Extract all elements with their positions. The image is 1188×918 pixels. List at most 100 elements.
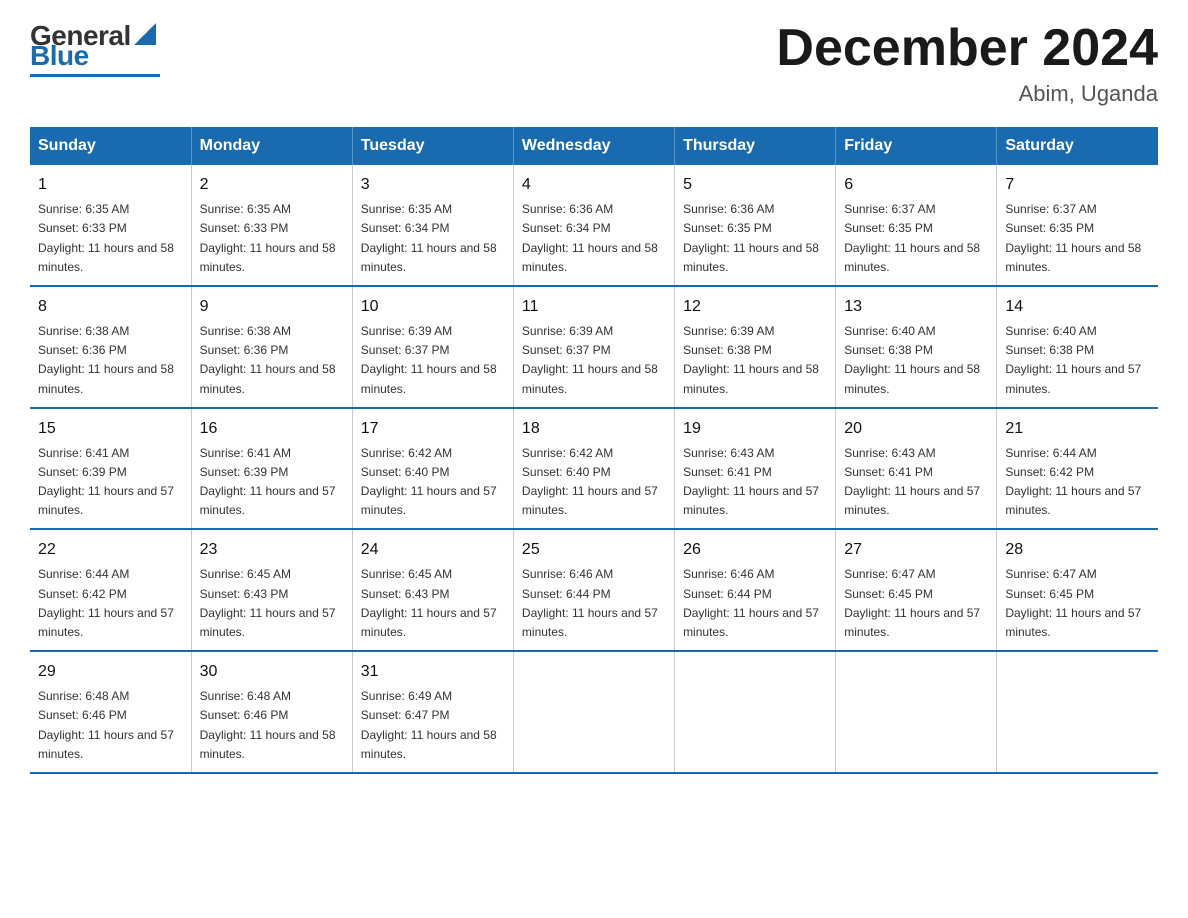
calendar-cell: 2 Sunrise: 6:35 AMSunset: 6:33 PMDaylight…	[191, 165, 352, 286]
calendar-week-row: 15 Sunrise: 6:41 AMSunset: 6:39 PMDayligh…	[30, 408, 1158, 530]
day-number: 17	[361, 417, 505, 441]
day-info: Sunrise: 6:47 AMSunset: 6:45 PMDaylight:…	[1005, 565, 1150, 642]
calendar-cell: 28 Sunrise: 6:47 AMSunset: 6:45 PMDayligh…	[997, 529, 1158, 651]
calendar-cell: 19 Sunrise: 6:43 AMSunset: 6:41 PMDayligh…	[675, 408, 836, 530]
day-number: 29	[38, 660, 183, 684]
day-number: 3	[361, 173, 505, 197]
day-info: Sunrise: 6:43 AMSunset: 6:41 PMDaylight:…	[844, 444, 988, 521]
day-info: Sunrise: 6:37 AMSunset: 6:35 PMDaylight:…	[1005, 200, 1150, 277]
calendar-table: SundayMondayTuesdayWednesdayThursdayFrid…	[30, 127, 1158, 774]
location-label: Abim, Uganda	[776, 81, 1158, 107]
day-number: 28	[1005, 538, 1150, 562]
logo-triangle-icon	[134, 23, 156, 45]
calendar-cell: 13 Sunrise: 6:40 AMSunset: 6:38 PMDayligh…	[836, 286, 997, 408]
calendar-cell: 30Sunrise: 6:48 AMSunset: 6:46 PMDayligh…	[191, 651, 352, 773]
calendar-cell: 24 Sunrise: 6:45 AMSunset: 6:43 PMDayligh…	[352, 529, 513, 651]
day-number: 21	[1005, 417, 1150, 441]
day-info: Sunrise: 6:46 AMSunset: 6:44 PMDaylight:…	[683, 565, 827, 642]
day-number: 16	[200, 417, 344, 441]
day-number: 31	[361, 660, 505, 684]
calendar-cell: 22Sunrise: 6:44 AMSunset: 6:42 PMDayligh…	[30, 529, 191, 651]
day-number: 25	[522, 538, 666, 562]
calendar-cell	[513, 651, 674, 773]
col-header-thursday: Thursday	[675, 127, 836, 165]
day-number: 30	[200, 660, 344, 684]
day-info: Sunrise: 6:38 AMSunset: 6:36 PMDaylight:…	[38, 322, 183, 399]
calendar-cell: 15 Sunrise: 6:41 AMSunset: 6:39 PMDayligh…	[30, 408, 191, 530]
day-number: 22	[38, 538, 183, 562]
day-number: 23	[200, 538, 344, 562]
calendar-cell: 6 Sunrise: 6:37 AMSunset: 6:35 PMDaylight…	[836, 165, 997, 286]
title-block: December 2024 Abim, Uganda	[776, 20, 1158, 107]
calendar-cell: 26Sunrise: 6:46 AMSunset: 6:44 PMDayligh…	[675, 529, 836, 651]
calendar-cell: 10 Sunrise: 6:39 AMSunset: 6:37 PMDayligh…	[352, 286, 513, 408]
day-info: Sunrise: 6:39 AMSunset: 6:37 PMDaylight:…	[522, 322, 666, 399]
col-header-monday: Monday	[191, 127, 352, 165]
col-header-friday: Friday	[836, 127, 997, 165]
logo: General Blue	[30, 20, 160, 77]
day-info: Sunrise: 6:48 AMSunset: 6:46 PMDaylight:…	[38, 687, 183, 764]
day-number: 1	[38, 173, 183, 197]
logo-underline	[30, 74, 160, 77]
calendar-cell: 12Sunrise: 6:39 AMSunset: 6:38 PMDayligh…	[675, 286, 836, 408]
day-info: Sunrise: 6:46 AMSunset: 6:44 PMDaylight:…	[522, 565, 666, 642]
day-info: Sunrise: 6:35 AMSunset: 6:33 PMDaylight:…	[200, 200, 344, 277]
calendar-cell: 31Sunrise: 6:49 AMSunset: 6:47 PMDayligh…	[352, 651, 513, 773]
day-number: 8	[38, 295, 183, 319]
day-number: 13	[844, 295, 988, 319]
day-number: 5	[683, 173, 827, 197]
day-info: Sunrise: 6:47 AMSunset: 6:45 PMDaylight:…	[844, 565, 988, 642]
day-info: Sunrise: 6:36 AMSunset: 6:34 PMDaylight:…	[522, 200, 666, 277]
day-info: Sunrise: 6:38 AMSunset: 6:36 PMDaylight:…	[200, 322, 344, 399]
day-number: 6	[844, 173, 988, 197]
day-info: Sunrise: 6:42 AMSunset: 6:40 PMDaylight:…	[522, 444, 666, 521]
col-header-saturday: Saturday	[997, 127, 1158, 165]
calendar-header-row: SundayMondayTuesdayWednesdayThursdayFrid…	[30, 127, 1158, 165]
day-info: Sunrise: 6:41 AMSunset: 6:39 PMDaylight:…	[200, 444, 344, 521]
day-number: 14	[1005, 295, 1150, 319]
day-info: Sunrise: 6:37 AMSunset: 6:35 PMDaylight:…	[844, 200, 988, 277]
day-number: 12	[683, 295, 827, 319]
calendar-cell: 17Sunrise: 6:42 AMSunset: 6:40 PMDayligh…	[352, 408, 513, 530]
day-number: 20	[844, 417, 988, 441]
calendar-cell: 3 Sunrise: 6:35 AMSunset: 6:34 PMDaylight…	[352, 165, 513, 286]
calendar-cell: 7 Sunrise: 6:37 AMSunset: 6:35 PMDaylight…	[997, 165, 1158, 286]
calendar-cell: 11 Sunrise: 6:39 AMSunset: 6:37 PMDayligh…	[513, 286, 674, 408]
day-info: Sunrise: 6:40 AMSunset: 6:38 PMDaylight:…	[844, 322, 988, 399]
day-info: Sunrise: 6:40 AMSunset: 6:38 PMDaylight:…	[1005, 322, 1150, 399]
calendar-cell: 5Sunrise: 6:36 AMSunset: 6:35 PMDaylight…	[675, 165, 836, 286]
day-number: 27	[844, 538, 988, 562]
calendar-cell	[997, 651, 1158, 773]
calendar-cell: 16 Sunrise: 6:41 AMSunset: 6:39 PMDayligh…	[191, 408, 352, 530]
col-header-wednesday: Wednesday	[513, 127, 674, 165]
logo-blue-text: Blue	[30, 40, 89, 72]
calendar-cell: 25 Sunrise: 6:46 AMSunset: 6:44 PMDayligh…	[513, 529, 674, 651]
day-info: Sunrise: 6:39 AMSunset: 6:37 PMDaylight:…	[361, 322, 505, 399]
calendar-week-row: 22Sunrise: 6:44 AMSunset: 6:42 PMDayligh…	[30, 529, 1158, 651]
calendar-cell: 14 Sunrise: 6:40 AMSunset: 6:38 PMDayligh…	[997, 286, 1158, 408]
col-header-sunday: Sunday	[30, 127, 191, 165]
calendar-cell: 4 Sunrise: 6:36 AMSunset: 6:34 PMDaylight…	[513, 165, 674, 286]
day-info: Sunrise: 6:35 AMSunset: 6:34 PMDaylight:…	[361, 200, 505, 277]
day-number: 15	[38, 417, 183, 441]
day-number: 10	[361, 295, 505, 319]
day-number: 24	[361, 538, 505, 562]
day-info: Sunrise: 6:45 AMSunset: 6:43 PMDaylight:…	[361, 565, 505, 642]
day-number: 2	[200, 173, 344, 197]
calendar-week-row: 8 Sunrise: 6:38 AMSunset: 6:36 PMDaylight…	[30, 286, 1158, 408]
day-number: 18	[522, 417, 666, 441]
calendar-cell: 29 Sunrise: 6:48 AMSunset: 6:46 PMDayligh…	[30, 651, 191, 773]
page-header: General Blue December 2024 Abim, Uganda	[30, 20, 1158, 107]
day-number: 19	[683, 417, 827, 441]
day-number: 7	[1005, 173, 1150, 197]
day-info: Sunrise: 6:35 AMSunset: 6:33 PMDaylight:…	[38, 200, 183, 277]
calendar-cell: 21Sunrise: 6:44 AMSunset: 6:42 PMDayligh…	[997, 408, 1158, 530]
calendar-cell: 23Sunrise: 6:45 AMSunset: 6:43 PMDayligh…	[191, 529, 352, 651]
day-number: 9	[200, 295, 344, 319]
day-number: 4	[522, 173, 666, 197]
day-number: 11	[522, 295, 666, 319]
calendar-cell	[836, 651, 997, 773]
calendar-cell: 8 Sunrise: 6:38 AMSunset: 6:36 PMDaylight…	[30, 286, 191, 408]
day-info: Sunrise: 6:43 AMSunset: 6:41 PMDaylight:…	[683, 444, 827, 521]
day-info: Sunrise: 6:41 AMSunset: 6:39 PMDaylight:…	[38, 444, 183, 521]
